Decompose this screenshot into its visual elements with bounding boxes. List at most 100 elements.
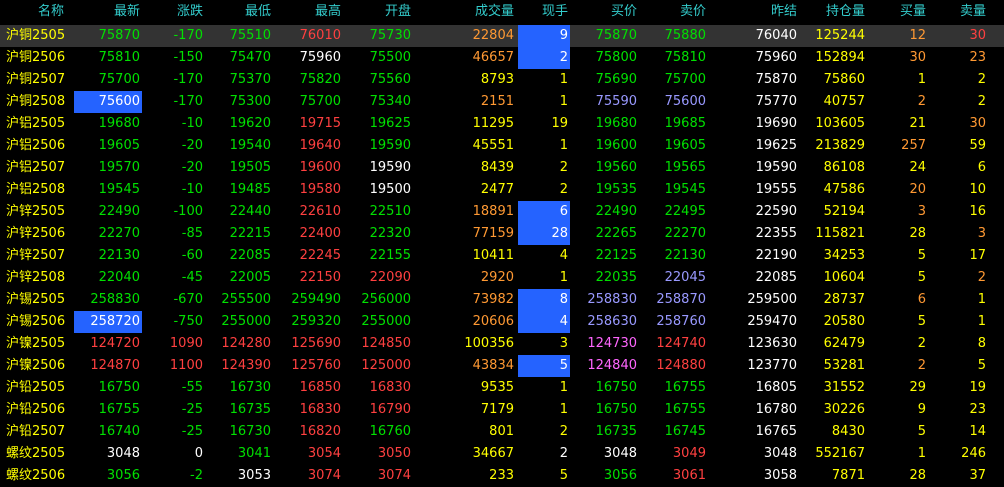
cell-high: 19600 bbox=[299, 160, 341, 175]
header-ask[interactable]: 卖价 bbox=[639, 0, 708, 24]
cell-ask: 75700 bbox=[664, 72, 706, 87]
cell-change: -85 bbox=[181, 226, 203, 241]
cell-bid: 16750 bbox=[595, 380, 637, 395]
table-row[interactable]: 沪锌2507 22130 -60 22085 22245 22155 10411 4 22125… bbox=[0, 245, 1004, 267]
cell-bidvol: 28 bbox=[909, 468, 926, 483]
cell-bid: 258630 bbox=[587, 314, 637, 329]
cell-volume: 8793 bbox=[480, 72, 514, 87]
table-row[interactable]: 沪锌2505 22490 -100 22440 22610 22510 18891 6 2249… bbox=[0, 201, 1004, 223]
header-name[interactable]: 名称 bbox=[0, 0, 72, 24]
header-lastsize[interactable]: 现手 bbox=[516, 0, 570, 24]
table-row[interactable]: 沪锡2506 258720 -750 255000 259320 255000 20606 4… bbox=[0, 311, 1004, 333]
table-row[interactable]: 沪铝2506 19605 -20 19540 19640 19590 45551 1 19600… bbox=[0, 135, 1004, 157]
cell-open: 19590 bbox=[369, 160, 411, 175]
cell-openint: 8430 bbox=[831, 424, 865, 439]
table-row[interactable]: 沪铜2505 75870 -170 75510 76010 75730 22804 9 7587… bbox=[0, 25, 1004, 47]
cell-bid: 124730 bbox=[587, 336, 637, 351]
cell-latest: 124870 bbox=[90, 358, 140, 373]
cell-bid: 75800 bbox=[595, 50, 637, 65]
cell-ask: 19545 bbox=[664, 182, 706, 197]
table-row[interactable]: 沪锡2505 258830 -670 255500 259490 256000 73982 8… bbox=[0, 289, 1004, 311]
cell-high: 22150 bbox=[299, 270, 341, 285]
table-row[interactable]: 沪锌2506 22270 -85 22215 22400 22320 77159 28 2226… bbox=[0, 223, 1004, 245]
cell-lastsize: 28 bbox=[518, 223, 570, 245]
cell-change: -150 bbox=[173, 50, 203, 65]
cell-ask: 258870 bbox=[656, 292, 706, 307]
table-row[interactable]: 沪镍2505 124720 1090 124280 125690 124850 100356… bbox=[0, 333, 1004, 355]
cell-name: 沪铅2505 bbox=[6, 380, 66, 395]
table-row[interactable]: 沪铝2507 19570 -20 19505 19600 19590 8439 2 19560 1… bbox=[0, 157, 1004, 179]
header-settle[interactable]: 昨结 bbox=[708, 0, 799, 24]
cell-askvol: 14 bbox=[969, 424, 986, 439]
table-row[interactable]: 沪铅2507 16740 -25 16730 16820 16760 801 2 16735 16… bbox=[0, 421, 1004, 443]
cell-ask: 19605 bbox=[664, 138, 706, 153]
cell-volume: 46657 bbox=[472, 50, 514, 65]
cell-name: 沪锡2506 bbox=[6, 314, 66, 329]
cell-bid: 75590 bbox=[595, 94, 637, 109]
cell-open: 19625 bbox=[369, 116, 411, 131]
cell-bid: 19600 bbox=[595, 138, 637, 153]
cell-bidvol: 2 bbox=[917, 358, 926, 373]
cell-low: 22005 bbox=[229, 270, 271, 285]
cell-bidvol: 12 bbox=[909, 28, 926, 43]
cell-openint: 34253 bbox=[823, 248, 865, 263]
cell-open: 3074 bbox=[377, 468, 411, 483]
header-askvol[interactable]: 卖量 bbox=[928, 0, 988, 24]
cell-bidvol: 24 bbox=[909, 160, 926, 175]
header-bid[interactable]: 买价 bbox=[570, 0, 639, 24]
cell-ask: 19685 bbox=[664, 116, 706, 131]
table-row[interactable]: 沪铅2506 16755 -25 16735 16830 16790 7179 1 16750 1… bbox=[0, 399, 1004, 421]
cell-lastsize: 1 bbox=[559, 138, 568, 153]
cell-latest: 22490 bbox=[98, 204, 140, 219]
cell-latest: 16750 bbox=[98, 380, 140, 395]
cell-low: 16735 bbox=[229, 402, 271, 417]
table-row[interactable]: 沪铅2505 16750 -55 16730 16850 16830 9535 1 16750 1… bbox=[0, 377, 1004, 399]
cell-change: -10 bbox=[181, 116, 203, 131]
cell-openint: 30226 bbox=[823, 402, 865, 417]
table-row[interactable]: 沪铝2508 19545 -10 19485 19580 19500 2477 2 19535 1… bbox=[0, 179, 1004, 201]
cell-volume: 73982 bbox=[472, 292, 514, 307]
header-openint[interactable]: 持仓量 bbox=[799, 0, 867, 24]
table-row[interactable]: 沪铜2507 75700 -170 75370 75820 75560 8793 1 75690… bbox=[0, 69, 1004, 91]
cell-high: 125760 bbox=[291, 358, 341, 373]
cell-settle: 3058 bbox=[763, 468, 797, 483]
cell-change: -100 bbox=[173, 204, 203, 219]
table-row[interactable]: 沪铜2506 75810 -150 75470 75960 75500 46657 2 7580… bbox=[0, 47, 1004, 69]
table-row[interactable]: 沪镍2506 124870 1100 124390 125760 125000 43834 5… bbox=[0, 355, 1004, 377]
header-change[interactable]: 涨跌 bbox=[142, 0, 205, 24]
cell-lastsize: 2 bbox=[559, 446, 568, 461]
cell-ask: 3049 bbox=[672, 446, 706, 461]
cell-latest: 19570 bbox=[98, 160, 140, 175]
cell-openint: 115821 bbox=[815, 226, 865, 241]
cell-openint: 62479 bbox=[823, 336, 865, 351]
table-row[interactable]: 沪铝2505 19680 -10 19620 19715 19625 11295 19 1968… bbox=[0, 113, 1004, 135]
cell-latest: 258720 bbox=[74, 311, 142, 333]
header-open[interactable]: 开盘 bbox=[343, 0, 413, 24]
table-row[interactable]: 螺纹2506 3056 -2 3053 3074 3074 233 5 3056 3061 3058… bbox=[0, 465, 1004, 487]
cell-change: -45 bbox=[181, 270, 203, 285]
cell-low: 3041 bbox=[237, 446, 271, 461]
table-row[interactable]: 螺纹2505 3048 0 3041 3054 3050 34667 2 3048 3049 304… bbox=[0, 443, 1004, 465]
cell-open: 22320 bbox=[369, 226, 411, 241]
table-row[interactable]: 沪锌2508 22040 -45 22005 22150 22090 2920 1 22035 2… bbox=[0, 267, 1004, 289]
cell-open: 16790 bbox=[369, 402, 411, 417]
table-row[interactable]: 沪铜2508 75600 -170 75300 75700 75340 2151 1 75590… bbox=[0, 91, 1004, 113]
cell-lastsize: 5 bbox=[518, 355, 570, 377]
cell-low: 3053 bbox=[237, 468, 271, 483]
cell-askvol: 2 bbox=[977, 94, 986, 109]
header-low[interactable]: 最低 bbox=[205, 0, 273, 24]
header-bidvol[interactable]: 买量 bbox=[867, 0, 928, 24]
cell-bidvol: 5 bbox=[917, 314, 926, 329]
cell-name: 沪铅2506 bbox=[6, 402, 66, 417]
cell-open: 75730 bbox=[369, 28, 411, 43]
header-latest[interactable]: 最新 bbox=[72, 0, 142, 24]
cell-bidvol: 5 bbox=[917, 424, 926, 439]
cell-ask: 22495 bbox=[664, 204, 706, 219]
header-volume[interactable]: 成交量 bbox=[413, 0, 516, 24]
cell-low: 22085 bbox=[229, 248, 271, 263]
cell-bid: 258830 bbox=[587, 292, 637, 307]
cell-ask: 124740 bbox=[656, 336, 706, 351]
header-high[interactable]: 最高 bbox=[273, 0, 343, 24]
cell-bid: 19560 bbox=[595, 160, 637, 175]
cell-ask: 75600 bbox=[664, 94, 706, 109]
